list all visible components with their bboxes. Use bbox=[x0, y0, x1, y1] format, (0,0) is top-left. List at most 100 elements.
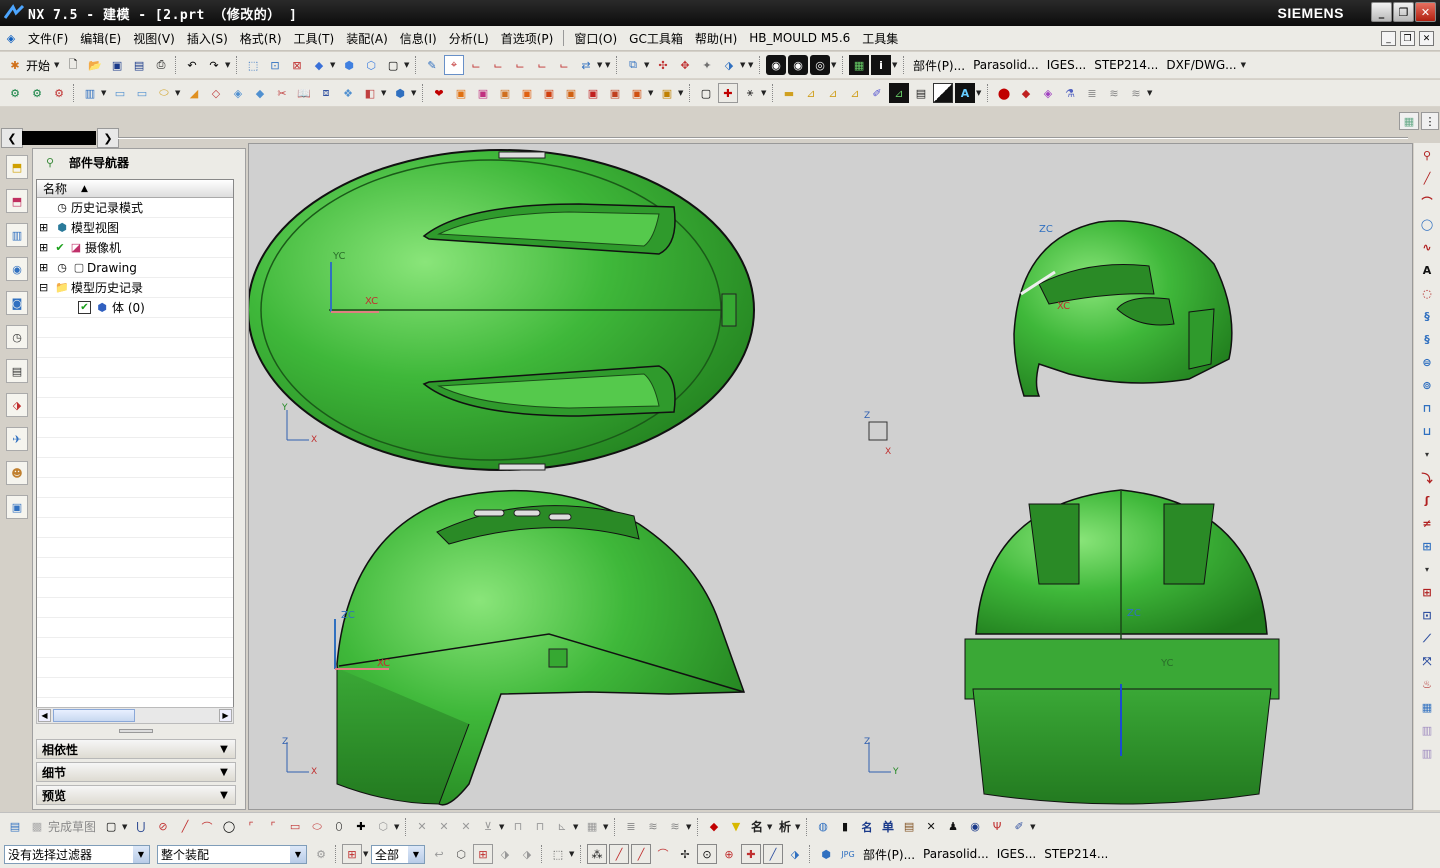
menu-view[interactable]: 视图(V) bbox=[127, 30, 181, 47]
selection-scope-select[interactable]: 整个装配 ▼ bbox=[157, 844, 307, 864]
finish-sketch-button[interactable]: 完成草图 bbox=[48, 818, 100, 835]
surface-icon[interactable]: ♨ bbox=[1416, 674, 1438, 695]
pattern-icon[interactable]: ❖ bbox=[338, 83, 358, 103]
save-icon[interactable]: ▣ bbox=[107, 55, 127, 75]
edge-blend-icon[interactable]: ◢ bbox=[184, 83, 204, 103]
tree-row[interactable]: ✔ ⬢ 体 (0) bbox=[37, 298, 233, 318]
scroll-thumb[interactable] bbox=[53, 709, 135, 722]
scope-select[interactable]: 全部 ▼ bbox=[371, 844, 425, 864]
feature-filter-dropdown-icon[interactable]: ▼ bbox=[363, 850, 371, 858]
open-file-icon[interactable]: 📂 bbox=[85, 55, 105, 75]
dependencies-panel[interactable]: 相依性 ▼ bbox=[36, 739, 236, 759]
draft-icon[interactable]: ◆ bbox=[250, 83, 270, 103]
process-studio-icon[interactable]: ⬗ bbox=[6, 393, 28, 417]
circle-tool-icon[interactable]: ◯ bbox=[219, 817, 239, 837]
export-jpeg-icon[interactable]: JPG bbox=[838, 844, 858, 864]
type-filter-select[interactable]: 没有选择过滤器 ▼ bbox=[4, 844, 150, 864]
constraint-dropdown-icon[interactable]: ▼ bbox=[573, 823, 581, 831]
toolbar-dropdown-icon[interactable]: ▼ bbox=[748, 61, 756, 69]
snap-quad-icon[interactable]: ⊕ bbox=[719, 844, 739, 864]
sketch-task-icon[interactable]: ▤ bbox=[5, 817, 25, 837]
block-icon[interactable]: ▭ bbox=[110, 83, 130, 103]
analysis-icon[interactable]: ▦ bbox=[1416, 697, 1438, 718]
shell-icon[interactable]: ◈ bbox=[228, 83, 248, 103]
new-file-icon[interactable]: 🗋 bbox=[63, 55, 83, 75]
text-tool-icon[interactable]: A bbox=[1416, 260, 1438, 281]
datum-axis-icon[interactable]: ⟋ bbox=[1416, 628, 1438, 649]
assembly-navigator-icon[interactable]: ⬒ bbox=[6, 155, 28, 179]
export-part-button[interactable]: 部件(P)... bbox=[909, 57, 969, 74]
offset-tool-icon[interactable]: ⬡ bbox=[373, 817, 393, 837]
sew-dropdown-icon[interactable]: ▼ bbox=[411, 89, 419, 97]
tree-row[interactable]: ⊟ 📁 模型历史记录 bbox=[37, 278, 233, 298]
minimize-button[interactable]: _ bbox=[1371, 2, 1392, 22]
mold-dropdown-icon[interactable]: ▼ bbox=[648, 89, 656, 97]
snap-mid-icon[interactable]: ╱ bbox=[609, 844, 629, 864]
dim-icon[interactable]: ⊿ bbox=[889, 83, 909, 103]
column-header-name[interactable]: 名称 ▲ bbox=[37, 180, 233, 198]
menu-toolset[interactable]: 工具集 bbox=[856, 30, 904, 47]
circle-icon[interactable]: ◯ bbox=[1416, 214, 1438, 235]
mold-parting-icon[interactable]: ▣ bbox=[583, 83, 603, 103]
arc-tool-icon[interactable]: ⌒ bbox=[197, 817, 217, 837]
system-materials-icon[interactable]: ▤ bbox=[6, 359, 28, 383]
mold-wizard-icon[interactable]: ❤ bbox=[429, 83, 449, 103]
mold-view-icon[interactable]: ▣ bbox=[657, 83, 677, 103]
status-export-parasolid[interactable]: Parasolid... bbox=[919, 847, 993, 861]
scroll-right-icon[interactable]: ▶ bbox=[219, 709, 232, 722]
select-edge-icon[interactable]: ⬗ bbox=[517, 844, 537, 864]
mold-shrink-icon[interactable]: ▣ bbox=[495, 83, 515, 103]
arc-icon[interactable]: ⌒ bbox=[1416, 191, 1438, 212]
helmet-front-view[interactable]: ZC YC bbox=[964, 489, 1280, 805]
part-navigator-icon[interactable]: ▥ bbox=[6, 223, 28, 247]
mold-tools-icon[interactable]: ▣ bbox=[561, 83, 581, 103]
more-icon[interactable]: ▾ bbox=[1416, 444, 1438, 465]
chevron-down-icon[interactable]: ▼ bbox=[216, 741, 232, 757]
save-as-icon[interactable]: ▤ bbox=[129, 55, 149, 75]
make-corner-icon[interactable]: ✕ bbox=[456, 817, 476, 837]
name-tool-icon[interactable]: 名 bbox=[857, 817, 877, 837]
doc-restore-button[interactable]: ❐ bbox=[1400, 31, 1415, 46]
sheet3-icon[interactable]: ≋ bbox=[665, 817, 685, 837]
analyze-dropdown-icon[interactable]: ▼ bbox=[795, 823, 803, 831]
fit-icon[interactable]: ⊡ bbox=[265, 55, 285, 75]
sew-icon[interactable]: ⬢ bbox=[390, 83, 410, 103]
helmet-side-view[interactable]: ZC XC bbox=[334, 489, 746, 806]
line-tool-icon[interactable]: ╱ bbox=[175, 817, 195, 837]
route-icon[interactable]: ≋ bbox=[1104, 83, 1124, 103]
point-tool-icon[interactable]: ✚ bbox=[351, 817, 371, 837]
extrude-dropdown-icon[interactable]: ▼ bbox=[101, 89, 109, 97]
toolbar-options2-icon[interactable]: ⋮ bbox=[1421, 112, 1439, 130]
measure-angle-icon[interactable]: ✥ bbox=[675, 55, 695, 75]
status-export-step[interactable]: STEP214... bbox=[1040, 847, 1112, 861]
select-face-icon[interactable]: ⬗ bbox=[495, 844, 515, 864]
y-tool-icon[interactable]: Ψ bbox=[987, 817, 1007, 837]
snap-control-icon[interactable]: ╱ bbox=[631, 844, 651, 864]
menu-tools[interactable]: 工具(T) bbox=[288, 30, 341, 47]
join-curve-icon[interactable]: ⊔ bbox=[1416, 421, 1438, 442]
menu-edit[interactable]: 编辑(E) bbox=[74, 30, 127, 47]
visual-eye-icon[interactable]: ◉ bbox=[766, 55, 787, 75]
boolean-icon[interactable]: ⬭ bbox=[154, 83, 174, 103]
rect-select-dropdown-icon[interactable]: ▼ bbox=[569, 850, 577, 858]
constraint-tool-icon[interactable]: ⊓ bbox=[508, 817, 528, 837]
roles-icon[interactable]: ☻ bbox=[6, 461, 28, 485]
eraser-icon[interactable]: ◈ bbox=[1038, 83, 1058, 103]
figure-icon[interactable]: ♟ bbox=[943, 817, 963, 837]
mold-view-dropdown-icon[interactable]: ▼ bbox=[678, 89, 686, 97]
menu-format[interactable]: 格式(R) bbox=[234, 30, 288, 47]
expand-icon[interactable]: ⊞ bbox=[39, 221, 53, 234]
fillet-icon[interactable]: ⌜ bbox=[241, 817, 261, 837]
move-object-icon[interactable]: ⇄ bbox=[576, 55, 596, 75]
tree-row[interactable]: ⊞ ✔ ◪ 摄像机 bbox=[37, 238, 233, 258]
show-constraint-icon[interactable]: ⊾ bbox=[552, 817, 572, 837]
snap-icon[interactable]: ⚹ bbox=[740, 83, 760, 103]
shaded-dropdown-icon[interactable]: ▼ bbox=[330, 61, 338, 69]
chevron-down-icon[interactable]: ▼ bbox=[216, 764, 232, 780]
move-dropdown-icon[interactable]: ▼ bbox=[597, 61, 605, 69]
back-arrow-icon[interactable]: ❮ bbox=[1, 128, 23, 148]
expand-icon[interactable]: ⊞ bbox=[39, 261, 53, 274]
export-dxf-button[interactable]: DXF/DWG... bbox=[1162, 58, 1240, 72]
undo-select-icon[interactable]: ↩ bbox=[429, 844, 449, 864]
info-object-icon[interactable]: ⬗ bbox=[719, 55, 739, 75]
